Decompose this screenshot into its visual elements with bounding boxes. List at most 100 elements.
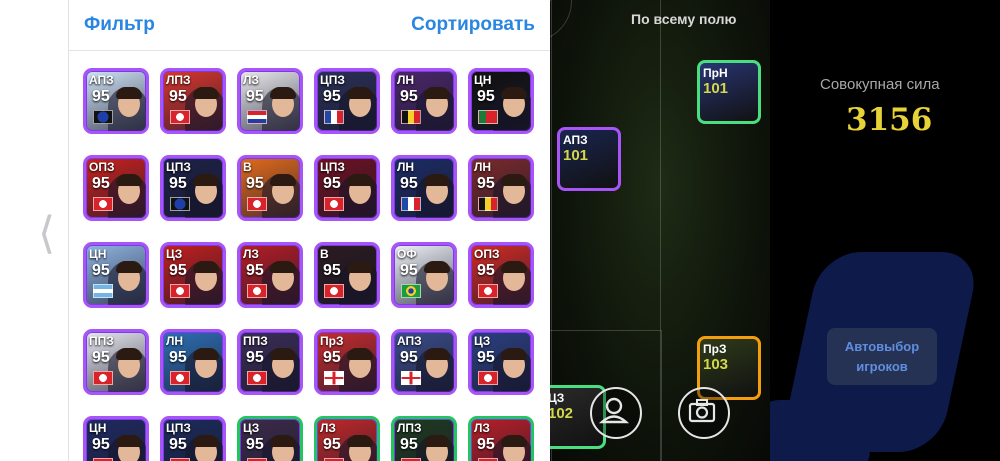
club-flag-icon [247, 284, 267, 298]
panel-header: Фильтр Сортировать [69, 0, 551, 51]
club-flag-icon [170, 371, 190, 385]
player-position: АПЗ [397, 334, 422, 348]
camera-button[interactable] [678, 387, 730, 439]
player-card[interactable]: ЛЗ 95 [314, 416, 380, 461]
portugal-flag-icon [478, 110, 498, 124]
player-rating: 95 [477, 436, 495, 453]
player-portrait [416, 435, 454, 461]
player-portrait [185, 261, 223, 305]
player-position: ППЗ [243, 334, 268, 348]
player-rating: 95 [477, 262, 495, 279]
club-flag-icon [247, 197, 267, 211]
player-card[interactable]: ЦЗ 95 [160, 242, 226, 308]
player-portrait [262, 87, 300, 131]
player-portrait [108, 435, 146, 461]
player-card[interactable]: ЛН 95 [160, 329, 226, 395]
player-rating: 95 [169, 262, 187, 279]
sort-button[interactable]: Сортировать [411, 14, 535, 36]
player-card[interactable]: ЦПЗ 95 [314, 68, 380, 134]
player-card[interactable]: ПрЗ 95 [314, 329, 380, 395]
player-card[interactable]: ЛЗ 95 [237, 68, 303, 134]
player-position: ЛЗ [243, 247, 259, 261]
player-position: ЦН [89, 247, 107, 261]
player-rating: 95 [400, 88, 418, 105]
belgium-flag-icon [478, 197, 498, 211]
player-card[interactable]: ОПЗ 95 [468, 242, 534, 308]
player-portrait [493, 261, 531, 305]
player-position: ЦПЗ [320, 160, 345, 174]
player-rating: 95 [92, 88, 110, 105]
player-rating: 95 [169, 349, 187, 366]
player-card[interactable]: ЦН 95 [468, 68, 534, 134]
player-rating: 95 [92, 262, 110, 279]
player-card[interactable]: ЦЗ 95 [468, 329, 534, 395]
player-card[interactable]: ЦН 95 [83, 242, 149, 308]
player-rating: 95 [400, 349, 418, 366]
player-card[interactable]: ЛЗ 95 [237, 242, 303, 308]
player-card[interactable]: В 95 [237, 155, 303, 221]
player-position: ЛЗ [320, 421, 336, 435]
player-position: ЛПЗ [166, 73, 191, 87]
player-position: ЛПЗ [397, 421, 422, 435]
player-rating: 95 [400, 436, 418, 453]
club-flag-icon [93, 371, 113, 385]
player-card[interactable]: ЦЗ 95 [237, 416, 303, 461]
player-card[interactable]: АПЗ 95 [391, 329, 457, 395]
player-card[interactable]: ОФ 95 [391, 242, 457, 308]
camera-icon [688, 399, 716, 423]
player-position: ППЗ [89, 334, 114, 348]
brazil-flag-icon [401, 284, 421, 298]
player-position: ЦЗ [166, 247, 183, 261]
player-card[interactable]: ППЗ 95 [83, 329, 149, 395]
inter-flag-icon [170, 197, 190, 211]
player-portrait [416, 87, 454, 131]
player-portrait [185, 87, 223, 131]
player-card[interactable]: ЛЗ 95 [468, 416, 534, 461]
total-power-value: 3156 [846, 102, 933, 138]
player-portrait [108, 348, 146, 392]
player-rating: 95 [246, 436, 264, 453]
player-card[interactable]: ЛН 95 [468, 155, 534, 221]
player-card[interactable]: ЦН 95 [83, 416, 149, 461]
player-card[interactable]: ЦПЗ 95 [160, 155, 226, 221]
player-profile-button[interactable] [590, 387, 642, 439]
player-card[interactable]: ОПЗ 95 [83, 155, 149, 221]
player-portrait [108, 174, 146, 218]
chevron-left-icon[interactable]: ⟨ [38, 212, 66, 256]
player-card[interactable]: ППЗ 95 [237, 329, 303, 395]
player-portrait [339, 87, 377, 131]
player-rating: 95 [246, 349, 264, 366]
club-flag-icon [170, 110, 190, 124]
person-icon [598, 397, 630, 424]
auto-select-players-button[interactable]: Автовыбор игроков [827, 328, 937, 385]
club-flag-icon [247, 371, 267, 385]
player-rating: 95 [323, 262, 341, 279]
player-portrait [262, 348, 300, 392]
formation-scope-title: По всему полю [631, 11, 737, 27]
player-card[interactable]: АПЗ 95 [83, 68, 149, 134]
player-rating: 95 [169, 88, 187, 105]
player-portrait [108, 261, 146, 305]
center-circle [550, 0, 572, 42]
player-card[interactable]: ЛПЗ 95 [160, 68, 226, 134]
pitch-player-card[interactable]: ПрН 101 [697, 60, 761, 124]
player-portrait [339, 435, 377, 461]
pitch-player-card[interactable]: АПЗ 101 [557, 127, 621, 191]
player-position: ЦПЗ [166, 160, 191, 174]
background-shape [770, 400, 870, 461]
player-card[interactable]: ЦПЗ 95 [160, 416, 226, 461]
france-flag-icon [401, 197, 421, 211]
player-card[interactable]: ЛН 95 [391, 155, 457, 221]
player-position: В [320, 247, 329, 261]
player-rating: 95 [246, 262, 264, 279]
france-flag-icon [324, 110, 344, 124]
player-position: ЛН [397, 160, 415, 174]
player-card[interactable]: ЛПЗ 95 [391, 416, 457, 461]
player-card[interactable]: ЛН 95 [391, 68, 457, 134]
player-rating: 95 [92, 436, 110, 453]
player-card[interactable]: В 95 [314, 242, 380, 308]
filter-button[interactable]: Фильтр [84, 14, 155, 36]
player-card[interactable]: ЦПЗ 95 [314, 155, 380, 221]
player-portrait [493, 87, 531, 131]
player-position: ОПЗ [474, 247, 500, 261]
